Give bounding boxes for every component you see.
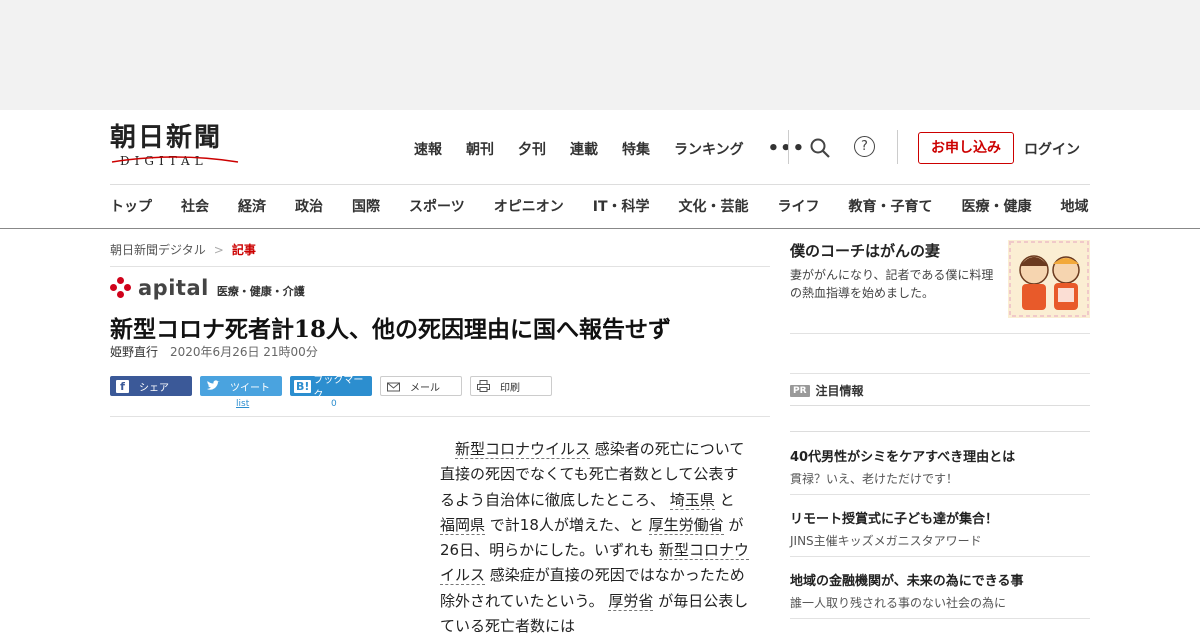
category-tab[interactable]: 社会 bbox=[181, 196, 209, 216]
article-headline: 新型コロナ死者計18人、他の死因理由に国へ報告せず bbox=[110, 316, 672, 343]
apital-category: 医療・健康・介護 bbox=[216, 285, 305, 298]
sidebar-feature[interactable]: 僕のコーチはがんの妻 妻ががんになり、記者である僕に料理の熱血指導を始めました。 bbox=[790, 240, 1090, 318]
divider bbox=[790, 431, 1090, 432]
divider bbox=[110, 266, 770, 267]
search-icon[interactable] bbox=[809, 137, 831, 159]
facebook-share-label: シェア bbox=[139, 382, 169, 394]
bookmark-count: 0 bbox=[331, 399, 337, 409]
hatena-bookmark-label: ブックマーク bbox=[313, 375, 364, 401]
pr-item-title: 40代男性がシミをケアすべき理由とは bbox=[790, 450, 1016, 465]
pr-item[interactable]: 40代男性がシミをケアすべき理由とは 貫禄？いえ、老けただけです！ bbox=[790, 446, 1090, 487]
topnav-item[interactable]: 特集 bbox=[622, 139, 650, 159]
topnav-item[interactable]: ランキング bbox=[674, 139, 744, 159]
apital-logo-icon bbox=[110, 277, 132, 299]
keyword-link[interactable]: 福岡県 bbox=[440, 515, 486, 535]
feature-illustration bbox=[1008, 240, 1090, 318]
mail-share-button[interactable]: メール bbox=[380, 376, 462, 396]
share-buttons: f シェア ツイート B! ブックマーク メール 印刷 bbox=[110, 375, 560, 401]
category-tab[interactable]: トップ bbox=[110, 196, 152, 216]
keyword-link[interactable]: 厚生労働省 bbox=[648, 515, 724, 535]
pr-item-desc: 貫禄？いえ、老けただけです！ bbox=[790, 472, 959, 486]
hatena-icon: B! bbox=[294, 379, 312, 393]
breadcrumb: 朝日新聞デジタル > 記事 bbox=[110, 241, 256, 258]
publish-date: 2020年6月26日 21時00分 bbox=[170, 345, 318, 359]
twitter-share-button[interactable]: ツイート bbox=[200, 376, 282, 396]
category-tab[interactable]: 地域 bbox=[1061, 196, 1089, 216]
divider bbox=[110, 416, 770, 417]
help-icon[interactable]: ? bbox=[854, 136, 875, 157]
category-navigation: トップ 社会 経済 政治 国際 スポーツ オピニオン IT・科学 文化・芸能 ラ… bbox=[110, 196, 1089, 216]
topnav-item[interactable]: 夕刊 bbox=[518, 139, 546, 159]
article-body: 新型コロナウイルス 感染者の死亡について直接の死因でなくても死亡者数として公表す… bbox=[440, 437, 750, 639]
top-navigation: 速報 朝刊 夕刊 連載 特集 ランキング ••• bbox=[414, 138, 805, 159]
logo-title: 朝日新聞 bbox=[110, 123, 223, 153]
mail-icon bbox=[387, 382, 400, 391]
category-tab[interactable]: ライフ bbox=[778, 196, 820, 216]
pr-item[interactable]: リモート授賞式に子ども達が集合！ JINS主催キッズメガニスタアワード bbox=[790, 508, 1090, 549]
divider bbox=[790, 373, 1090, 374]
category-tab[interactable]: 医療・健康 bbox=[962, 196, 1032, 216]
keyword-link[interactable]: 埼玉県 bbox=[669, 490, 715, 510]
divider bbox=[897, 130, 898, 164]
topnav-item[interactable]: 朝刊 bbox=[466, 139, 494, 159]
category-tab[interactable]: 政治 bbox=[295, 196, 323, 216]
pr-item-title: 地域の金融機関が、未来の為にできる事 bbox=[790, 574, 1024, 589]
breadcrumb-current: 記事 bbox=[231, 243, 256, 257]
breadcrumb-separator: > bbox=[213, 243, 224, 257]
login-link[interactable]: ログイン bbox=[1024, 139, 1080, 159]
keyword-link[interactable]: 新型コロナウイルス bbox=[455, 440, 591, 459]
article-text: で計18人が増えた、と bbox=[485, 515, 649, 534]
article-text: と bbox=[714, 490, 735, 509]
mail-share-label: メール bbox=[410, 382, 440, 394]
keyword-link[interactable]: 厚労省 bbox=[608, 591, 654, 611]
divider bbox=[788, 130, 789, 164]
pr-item[interactable]: 地域の金融機関が、未来の為にできる事 誰一人取り残される事のない社会の為に bbox=[790, 570, 1090, 611]
twitter-list-link[interactable]: list bbox=[236, 399, 249, 409]
breadcrumb-home[interactable]: 朝日新聞デジタル bbox=[110, 243, 206, 257]
print-button[interactable]: 印刷 bbox=[470, 376, 552, 396]
feature-description: 妻ががんになり、記者である僕に料理の熱血指導を始めました。 bbox=[790, 268, 994, 300]
site-logo[interactable]: 朝日新聞 DIGITAL bbox=[110, 124, 240, 170]
category-tab[interactable]: 経済 bbox=[238, 196, 266, 216]
pr-item-desc: 誰一人取り残される事のない社会の為に bbox=[790, 596, 1007, 610]
divider bbox=[790, 333, 1090, 334]
category-tab[interactable]: オピニオン bbox=[494, 196, 564, 216]
pr-item-title: リモート授賞式に子ども達が集合！ bbox=[790, 512, 999, 527]
topnav-item[interactable]: 速報 bbox=[414, 139, 442, 159]
divider bbox=[790, 405, 1090, 406]
divider bbox=[790, 494, 1090, 495]
article-text bbox=[440, 440, 455, 458]
category-tab[interactable]: 教育・子育て bbox=[849, 196, 933, 216]
pr-item-desc: JINS主催キッズメガニスタアワード bbox=[790, 534, 982, 548]
subscribe-button[interactable]: お申し込み bbox=[918, 132, 1014, 164]
category-tab[interactable]: スポーツ bbox=[409, 196, 465, 216]
apital-brand[interactable]: apital 医療・健康・介護 bbox=[110, 276, 305, 300]
pr-badge: PR bbox=[790, 384, 810, 397]
pr-heading: PR 注目情報 bbox=[790, 382, 864, 399]
byline: 姫野直行 2020年6月26日 21時00分 bbox=[110, 343, 318, 360]
category-tab[interactable]: 国際 bbox=[352, 196, 380, 216]
divider bbox=[790, 618, 1090, 619]
apital-wordmark: apital bbox=[138, 276, 209, 300]
print-label: 印刷 bbox=[500, 382, 520, 394]
logo-swoosh-icon bbox=[111, 156, 239, 163]
site-header: 朝日新聞 DIGITAL 速報 朝刊 夕刊 連載 特集 ランキング ••• ? … bbox=[0, 110, 1200, 229]
twitter-share-label: ツイート bbox=[230, 382, 270, 394]
hatena-bookmark-button[interactable]: B! ブックマーク bbox=[290, 375, 372, 401]
twitter-icon bbox=[207, 380, 220, 390]
facebook-icon: f bbox=[116, 379, 129, 393]
divider bbox=[110, 184, 1090, 185]
divider bbox=[790, 556, 1090, 557]
topnav-item[interactable]: 連載 bbox=[570, 139, 598, 159]
category-tab[interactable]: 文化・芸能 bbox=[679, 196, 749, 216]
print-icon bbox=[477, 380, 490, 392]
ad-banner-area bbox=[0, 0, 1200, 110]
more-menu-icon[interactable]: ••• bbox=[768, 138, 806, 159]
pr-heading-label: 注目情報 bbox=[815, 384, 864, 398]
author-name: 姫野直行 bbox=[110, 345, 159, 359]
facebook-share-button[interactable]: f シェア bbox=[110, 376, 192, 396]
category-tab[interactable]: IT・科学 bbox=[593, 196, 650, 216]
